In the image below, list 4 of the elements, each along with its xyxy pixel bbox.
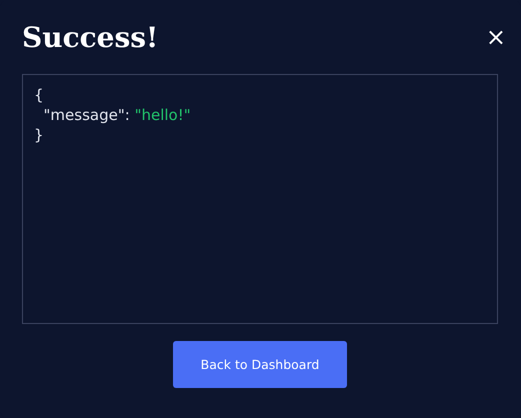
back-to-dashboard-button[interactable]: Back to Dashboard (173, 341, 347, 388)
json-response-text: { "message": "hello!" } (34, 85, 192, 145)
dialog-title: Success! (22, 20, 158, 54)
close-button[interactable]: × (482, 25, 506, 49)
